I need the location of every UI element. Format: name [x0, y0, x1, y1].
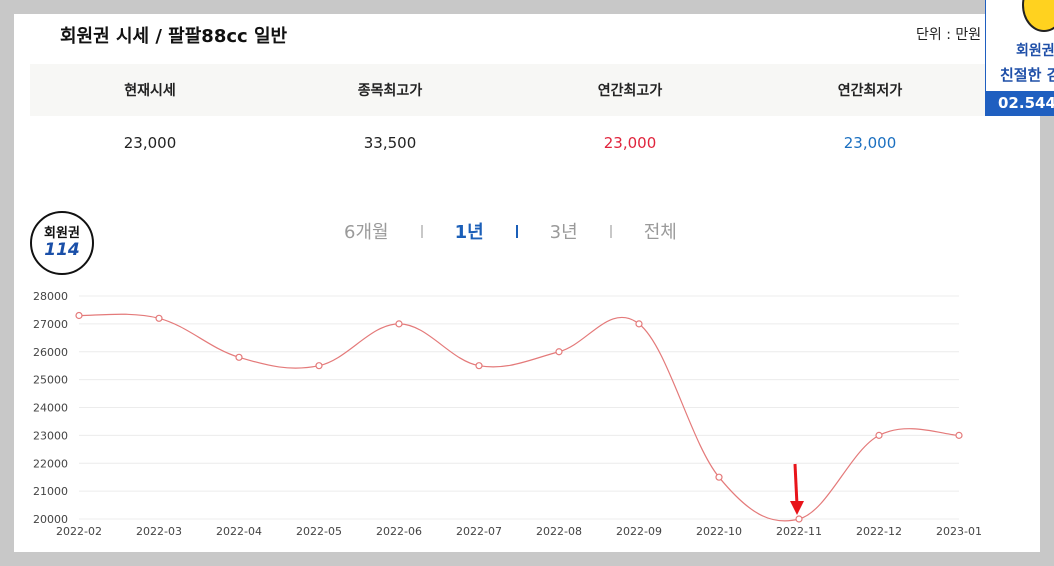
y-tick-label: 26000	[33, 346, 68, 359]
data-point	[75, 311, 83, 320]
ad-line-1: 회원권	[1016, 43, 1054, 59]
side-ad-banner[interactable]: 회원권 친절한 김 02.544	[985, 0, 1054, 116]
data-point	[555, 348, 563, 356]
x-tick-label: 2022-02	[56, 525, 102, 538]
data-point	[315, 362, 323, 370]
data-point	[955, 431, 963, 439]
x-tick-label: 2022-10	[696, 525, 742, 538]
data-point	[715, 473, 723, 481]
mascot-icon	[1022, 0, 1054, 32]
ad-line-2: 친절한 김	[1000, 66, 1054, 84]
arrow-head	[790, 501, 804, 515]
data-point	[635, 320, 643, 328]
y-tick-label: 28000	[33, 290, 68, 303]
x-tick-label: 2022-06	[376, 525, 422, 538]
y-tick-label: 23000	[33, 429, 68, 442]
y-tick-label: 21000	[33, 485, 68, 498]
data-point	[155, 314, 163, 322]
data-point	[875, 431, 883, 439]
x-tick-label: 2022-12	[856, 525, 902, 538]
x-tick-label: 2022-09	[616, 525, 662, 538]
price-line-chart: 2000021000220002300024000250002600027000…	[33, 290, 982, 538]
x-tick-label: 2022-07	[456, 525, 502, 538]
x-tick-label: 2022-11	[776, 525, 822, 538]
x-tick-label: 2023-01	[936, 525, 982, 538]
price-panel: 회원권 시세 / 팔팔88cc 일반 단위 : 만원 현재시세 종목최고가 연간…	[14, 14, 1040, 552]
y-tick-label: 22000	[33, 457, 68, 470]
x-tick-label: 2022-05	[296, 525, 342, 538]
y-tick-label: 24000	[33, 402, 68, 415]
ad-phone: 02.544	[986, 91, 1054, 116]
series-line	[78, 313, 960, 522]
y-tick-label: 25000	[33, 374, 68, 387]
x-tick-label: 2022-03	[136, 525, 182, 538]
data-point	[395, 320, 403, 328]
arrow-shaft	[793, 463, 799, 506]
data-point	[795, 515, 803, 523]
data-point	[235, 353, 243, 361]
x-tick-label: 2022-08	[536, 525, 582, 538]
x-tick-label: 2022-04	[216, 525, 262, 538]
y-tick-label: 27000	[33, 318, 68, 331]
data-point	[475, 362, 483, 370]
